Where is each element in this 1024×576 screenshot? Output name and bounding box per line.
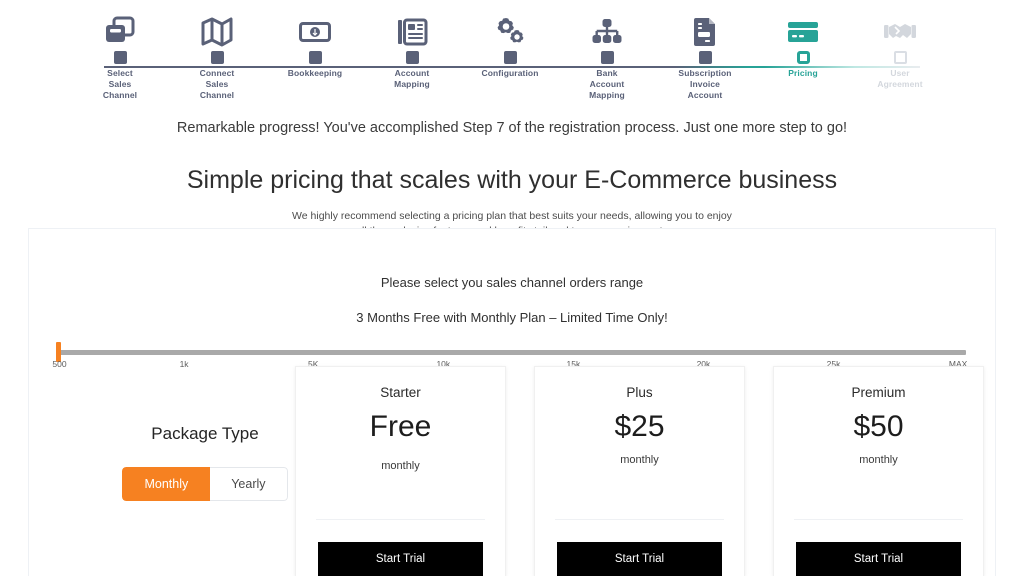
step-label: Account Mapping [394, 68, 430, 89]
invoice-doc-icon [650, 0, 760, 50]
step-label: Connect Sales Channel [199, 68, 235, 100]
step-configuration[interactable]: Configuration [455, 0, 565, 79]
package-type-group: Package Type Monthly Yearly [91, 424, 319, 501]
card-divider [794, 519, 963, 520]
map-icon [162, 0, 272, 50]
credit-card-icon [748, 0, 858, 50]
plan-price: Free [369, 410, 432, 443]
step-connect-sales-channel[interactable]: Connect Sales Channel [162, 0, 272, 101]
plan-card-starter[interactable]: Starter Free monthly Start Trial [295, 366, 506, 576]
plan-card-premium[interactable]: Premium $50 monthly Start Trial [773, 366, 984, 576]
step-user-agreement[interactable]: User Agreement [845, 0, 955, 90]
step-label: User Agreement [877, 68, 923, 89]
step-account-mapping[interactable]: Account Mapping [357, 0, 467, 90]
page-title: Simple pricing that scales with your E-C… [186, 166, 838, 194]
plan-name: Starter [380, 385, 421, 400]
card-divider [316, 519, 485, 520]
step-label: Bookkeeping [287, 68, 343, 78]
handshake-icon [845, 0, 955, 50]
step-subscription-invoice-account[interactable]: Subscription Invoice Account [650, 0, 760, 101]
step-label: Subscription Invoice Account [678, 68, 732, 100]
slider-tick: 1k [179, 359, 189, 369]
plan-name: Premium [851, 385, 906, 400]
progress-note: Remarkable progress! You've accomplished… [176, 120, 848, 136]
hierarchy-icon [552, 0, 662, 50]
package-type-title: Package Type [151, 424, 259, 443]
step-node [405, 51, 419, 64]
plan-price: $25 [614, 410, 665, 443]
step-label: Configuration [481, 68, 539, 78]
orders-range-label: Please select you sales channel orders r… [380, 275, 644, 290]
card-divider [555, 519, 724, 520]
ledger-icon [357, 0, 467, 50]
step-bank-account-mapping[interactable]: Bank Account Mapping [552, 0, 662, 101]
billing-toggle-yearly[interactable]: Yearly [210, 467, 288, 501]
start-trial-button[interactable]: Start Trial [557, 542, 722, 576]
step-node [600, 51, 614, 64]
start-trial-button[interactable]: Start Trial [318, 542, 483, 576]
plan-card-list: Starter Free monthly Start Trial Plus $2… [295, 366, 985, 576]
plan-period: monthly [620, 454, 659, 466]
billing-period-toggle[interactable]: Monthly Yearly [122, 467, 288, 501]
step-node [210, 51, 224, 64]
step-label: Select Sales Channel [102, 68, 138, 100]
plan-period: monthly [859, 454, 898, 466]
promo-text: 3 Months Free with Monthly Plan – Limite… [356, 310, 668, 325]
step-node-current [796, 51, 810, 64]
step-select-sales-channel[interactable]: Select Sales Channel [65, 0, 175, 101]
step-bookkeeping[interactable]: Bookkeeping [260, 0, 370, 79]
step-node [308, 51, 322, 64]
plan-card-plus[interactable]: Plus $25 monthly Start Trial [534, 366, 745, 576]
subtitle-line-1: We highly recommend selecting a pricing … [292, 210, 732, 222]
copy-channel-icon [65, 0, 175, 50]
slider-tick: 500 [52, 359, 67, 369]
banknote-icon [260, 0, 370, 50]
step-node-upcoming [893, 51, 907, 64]
step-node [503, 51, 517, 64]
slider-track[interactable] [56, 342, 966, 362]
plan-price: $50 [853, 410, 904, 443]
plan-period: monthly [381, 460, 420, 472]
step-node [698, 51, 712, 64]
pricing-panel: Please select you sales channel orders r… [28, 228, 996, 576]
step-node [113, 51, 127, 64]
plan-name: Plus [626, 385, 653, 400]
start-trial-button[interactable]: Start Trial [796, 542, 961, 576]
pricing-page: Select Sales Channel Connect Sales Chann… [0, 0, 1024, 576]
step-label: Pricing [788, 68, 818, 78]
gears-icon [455, 0, 565, 50]
step-label: Bank Account Mapping [589, 68, 625, 100]
registration-stepper: Select Sales Channel Connect Sales Chann… [0, 0, 1024, 112]
step-pricing[interactable]: Pricing [748, 0, 858, 79]
billing-toggle-monthly[interactable]: Monthly [122, 467, 211, 501]
